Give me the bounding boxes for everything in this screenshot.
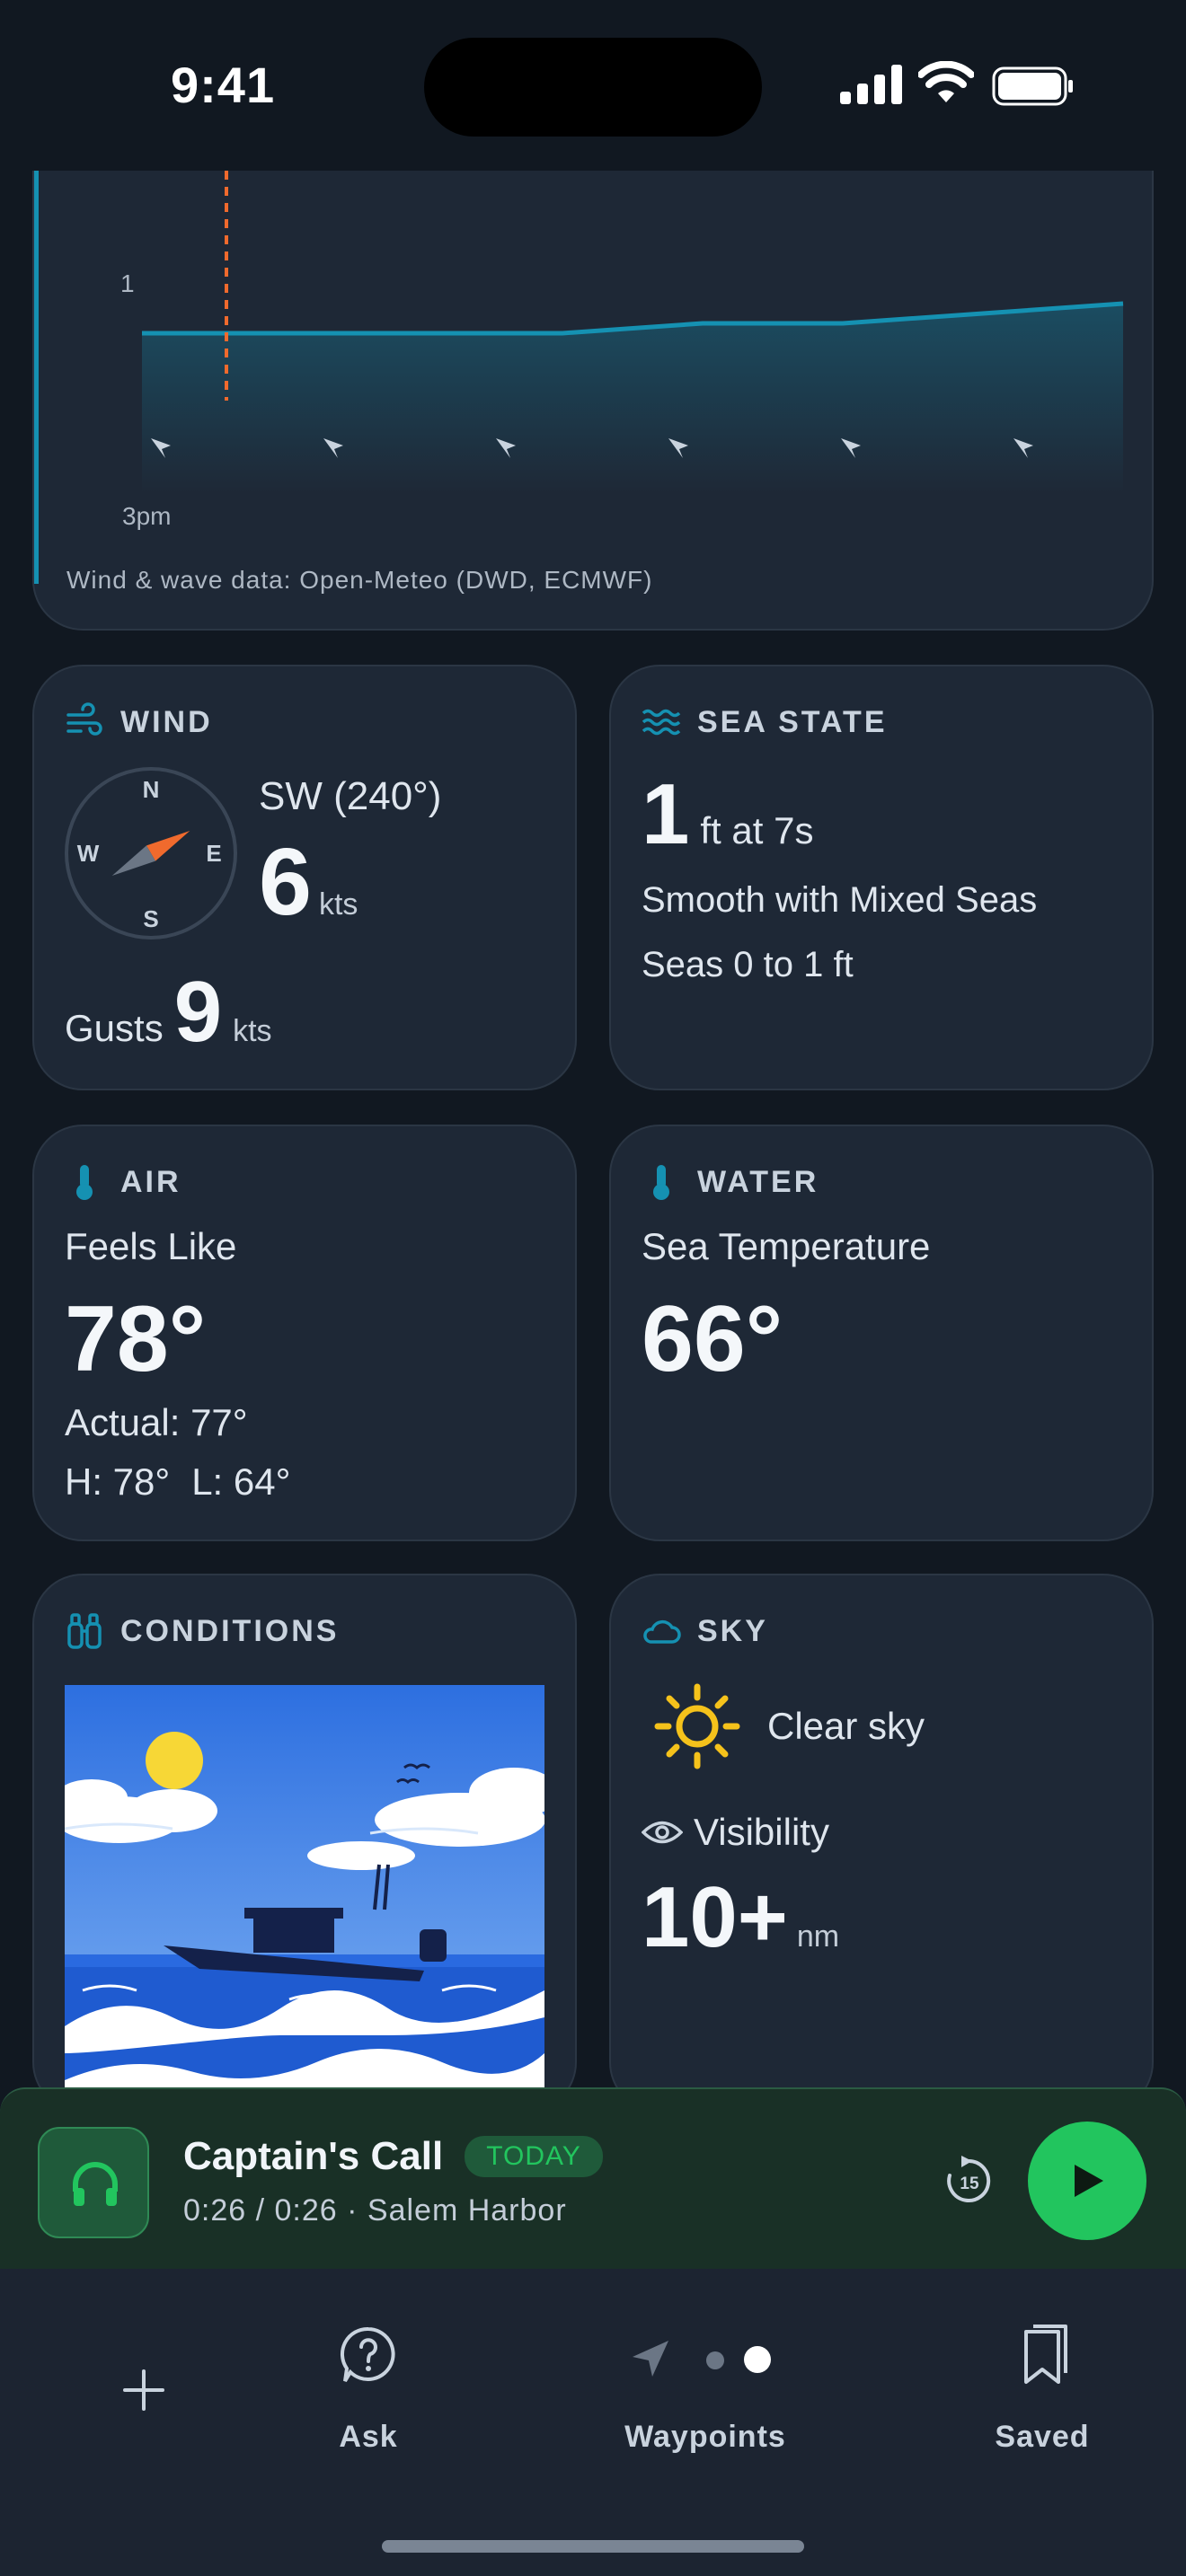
water-card[interactable]: WATER Sea Temperature 66° <box>609 1125 1154 1541</box>
tab-ask[interactable]: Ask <box>305 2323 431 2457</box>
waves-icon <box>642 709 681 736</box>
page-dot-active <box>744 2346 771 2373</box>
tab-saved[interactable]: Saved <box>979 2323 1105 2457</box>
thermometer-icon <box>76 1165 93 1200</box>
episode-subtitle: 0:26 / 0:26 · Salem Harbor <box>183 2193 567 2228</box>
actual-temp: Actual: 77° <box>65 1401 248 1443</box>
wave-height-detail: ft at 7s <box>700 809 814 851</box>
sea-temp-value: 66° <box>642 1287 783 1391</box>
tab-ask-label: Ask <box>339 2420 398 2454</box>
today-badge: TODAY <box>465 2136 603 2177</box>
sea-state-title: SEA STATE <box>697 704 888 739</box>
sea-description: Smooth with Mixed Seas <box>642 880 1038 920</box>
dynamic-island <box>424 38 762 137</box>
tab-waypoints[interactable]: Waypoints <box>593 2323 818 2457</box>
battery-icon <box>992 66 1073 106</box>
play-icon <box>1075 2165 1103 2197</box>
question-circle-icon <box>340 2326 395 2383</box>
page-dot-inactive <box>706 2351 724 2369</box>
compass-needle <box>111 831 190 876</box>
status-time: 9:41 <box>171 57 276 113</box>
gusts-value: 9 <box>173 964 223 1060</box>
wind-card[interactable]: WIND N E S W SW (240°) 6 kts Gusts 9 kts <box>32 665 577 1090</box>
episode-title: Captain's Call <box>183 2134 444 2178</box>
air-card-title: AIR <box>120 1164 181 1199</box>
cloud-icon <box>643 1619 681 1644</box>
cellular-signal-icon <box>840 65 902 104</box>
now-playing-bar[interactable]: Captain's Call TODAY 0:26 / 0:26 · Salem… <box>0 2087 1186 2271</box>
chart-attribution: Wind & wave data: Open-Meteo (DWD, ECMWF… <box>66 566 653 594</box>
wave-height: 1 <box>642 766 690 862</box>
wind-icon <box>66 702 102 736</box>
compass-west: W <box>77 840 100 867</box>
visibility-value: 10+ <box>642 1869 788 1965</box>
wind-card-title: WIND <box>120 704 213 739</box>
wind-direction: SW (240°) <box>259 774 442 818</box>
navigation-arrow-icon <box>633 2341 668 2377</box>
water-card-title: WATER <box>697 1164 819 1199</box>
conditions-card[interactable]: CONDITIONS <box>32 1574 577 2113</box>
high-temp: H: 78° <box>65 1460 171 1503</box>
thermometer-icon <box>653 1165 669 1200</box>
skip-back-15-button[interactable]: 15 <box>942 2154 996 2208</box>
eye-icon <box>642 1821 683 1844</box>
chart-y-tick-label: 1 <box>120 269 135 297</box>
play-button[interactable] <box>1028 2122 1146 2240</box>
home-indicator <box>382 2540 804 2553</box>
sea-state-card[interactable]: SEA STATE 1 ft at 7s Smooth with Mixed S… <box>609 665 1154 1090</box>
tab-waypoints-label: Waypoints <box>624 2420 786 2454</box>
compass-east: E <box>206 840 221 867</box>
sky-card[interactable]: SKY Clear sky Visibility 10+ nm <box>609 1574 1154 2113</box>
plus-icon <box>123 2369 164 2411</box>
bookmarks-icon <box>1024 2325 1067 2384</box>
tab-bar: Ask Waypoints Saved <box>0 2269 1186 2576</box>
sea-temp-label: Sea Temperature <box>642 1225 931 1267</box>
sky-description: Clear sky <box>767 1705 925 1747</box>
wifi-icon <box>918 61 974 102</box>
sun-icon <box>654 1683 740 1769</box>
tab-saved-label: Saved <box>995 2420 1090 2454</box>
wave-chart: 1 3pm <box>120 171 1124 530</box>
wind-speed-unit: kts <box>318 887 358 922</box>
visibility-unit: nm <box>796 1919 840 1954</box>
conditions-title: CONDITIONS <box>120 1613 340 1648</box>
boat-on-waves-illustration <box>65 1685 544 2098</box>
low-temp: L: 64° <box>191 1460 291 1503</box>
wind-speed: 6 <box>259 829 312 935</box>
feels-like-temp: 78° <box>65 1287 207 1391</box>
sea-range: Seas 0 to 1 ft <box>642 945 854 984</box>
skip-seconds: 15 <box>960 2175 979 2193</box>
headphones-button[interactable] <box>38 2127 149 2238</box>
feels-like-label: Feels Like <box>65 1225 237 1267</box>
chart-x-tick-label: 3pm <box>122 502 171 530</box>
status-bar: 9:41 <box>0 0 1186 171</box>
binoculars-icon <box>67 1613 102 1649</box>
tab-add[interactable] <box>99 2341 189 2448</box>
forecast-chart-card: 1 3pm Wind & wave data: Open-Meteo (DWD,… <box>32 135 1154 631</box>
air-card[interactable]: AIR Feels Like 78° Actual: 77° H: 78° L:… <box>32 1125 577 1541</box>
compass: N E S W <box>65 767 237 940</box>
visibility-label: Visibility <box>694 1811 829 1853</box>
compass-north: N <box>143 776 160 803</box>
sky-card-title: SKY <box>697 1613 768 1648</box>
headphones-icon <box>73 2162 118 2206</box>
gusts-label: Gusts <box>65 1007 164 1049</box>
gusts-unit: kts <box>233 1014 272 1048</box>
compass-south: S <box>143 905 158 932</box>
